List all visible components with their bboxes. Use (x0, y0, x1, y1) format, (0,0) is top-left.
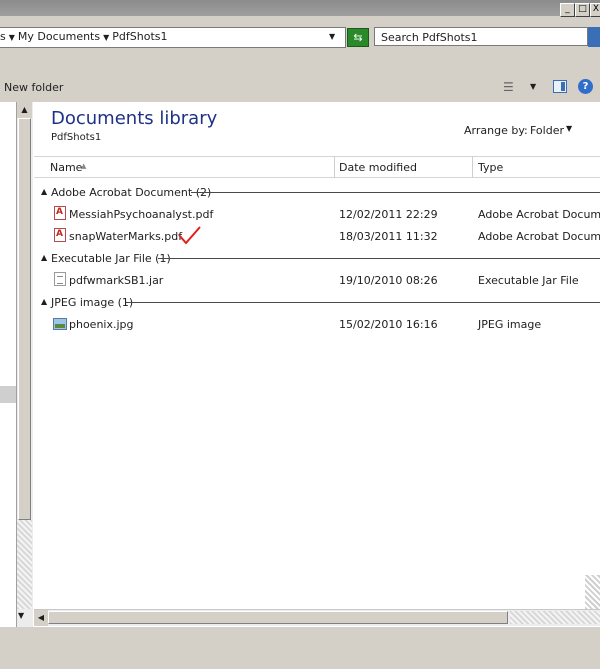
file-type: Executable Jar File (478, 274, 579, 287)
views-icon[interactable]: ☰ (503, 80, 514, 94)
collapse-group-icon[interactable]: ▲ (41, 297, 47, 306)
jar-file-icon (54, 272, 66, 286)
group-header-jpeg-image[interactable]: JPEG image (1) (51, 296, 133, 309)
search-icon[interactable] (588, 27, 600, 47)
navigation-scroll-thumb[interactable] (18, 118, 31, 520)
title-bar-strip (0, 0, 600, 16)
jpg-file-icon (53, 318, 67, 330)
pdf-file-icon (54, 206, 66, 220)
navigation-pane[interactable] (0, 102, 16, 622)
scroll-left-arrow-icon[interactable]: ◀ (34, 610, 48, 626)
navigation-scroll-track[interactable] (17, 520, 32, 609)
arrange-by-select[interactable]: Folder (530, 124, 564, 137)
file-type: JPEG image (478, 318, 542, 331)
address-dropdown-icon[interactable]: ▼ (329, 32, 335, 41)
column-header-row (34, 156, 600, 178)
sort-ascending-icon: ▲ (81, 162, 87, 170)
column-header-name[interactable]: Name (50, 161, 82, 174)
group-divider (126, 302, 600, 303)
chevron-down-icon[interactable]: ▼ (530, 82, 536, 91)
file-name[interactable]: MessiahPsychoanalyst.pdf (69, 208, 213, 221)
command-bar (0, 52, 600, 102)
help-icon[interactable]: ? (578, 79, 593, 94)
breadcrumb-item-my-documents[interactable]: My Documents (18, 30, 100, 43)
horizontal-scroll-thumb[interactable] (48, 611, 508, 624)
scroll-down-arrow-icon[interactable]: ▼ (18, 611, 24, 620)
file-date: 19/10/2010 08:26 (339, 274, 438, 287)
search-input[interactable]: Search PdfShots1 (374, 27, 588, 46)
group-header-adobe-acrobat[interactable]: Adobe Acrobat Document (2) (51, 186, 211, 199)
library-subtitle: PdfShots1 (51, 132, 102, 143)
file-date: 12/02/2011 22:29 (339, 208, 438, 221)
scroll-up-arrow-icon[interactable]: ▲ (17, 102, 32, 118)
preview-pane-icon[interactable] (553, 80, 567, 93)
breadcrumb: s ▼ My Documents ▼ PdfShots1 (0, 30, 167, 43)
navigation-pane-selected-item[interactable] (0, 386, 16, 403)
arrange-by-label: Arrange by: (464, 124, 528, 137)
file-date: 15/02/2010 16:16 (339, 318, 438, 331)
maximize-button[interactable]: □ (575, 3, 590, 17)
pdf-file-icon (54, 228, 66, 242)
breadcrumb-item-pdfshots1[interactable]: PdfShots1 (112, 30, 167, 43)
minimize-button[interactable]: _ (560, 3, 575, 17)
checkmark-icon (178, 226, 201, 245)
file-name[interactable]: snapWaterMarks.pdf (69, 230, 182, 243)
file-name[interactable]: phoenix.jpg (69, 318, 134, 331)
breadcrumb-item[interactable]: s (0, 30, 6, 43)
library-title: Documents library (51, 108, 218, 129)
column-header-date-modified[interactable]: Date modified (339, 161, 417, 174)
file-name[interactable]: pdfwmarkSB1.jar (69, 274, 163, 287)
chevron-down-icon[interactable]: ▼ (566, 124, 572, 133)
file-type: Adobe Acrobat Document (478, 230, 600, 243)
refresh-icon[interactable]: ⇆ (347, 28, 369, 47)
chevron-right-icon[interactable]: ▼ (9, 33, 15, 42)
chevron-right-icon[interactable]: ▼ (103, 33, 109, 42)
status-bar (0, 627, 600, 669)
group-divider (158, 258, 600, 259)
file-type: Adobe Acrobat Document (478, 208, 600, 221)
column-divider[interactable] (334, 156, 335, 178)
column-divider[interactable] (472, 156, 473, 178)
column-header-type[interactable]: Type (478, 161, 503, 174)
vertical-scroll-track[interactable] (585, 575, 600, 609)
group-header-executable-jar[interactable]: Executable Jar File (1) (51, 252, 171, 265)
horizontal-scroll-track[interactable] (510, 611, 600, 624)
collapse-group-icon[interactable]: ▲ (41, 187, 47, 196)
new-folder-button[interactable]: New folder (4, 81, 63, 94)
collapse-group-icon[interactable]: ▲ (41, 253, 47, 262)
close-button[interactable]: X (590, 3, 600, 17)
file-date: 18/03/2011 11:32 (339, 230, 438, 243)
group-divider (191, 192, 600, 193)
